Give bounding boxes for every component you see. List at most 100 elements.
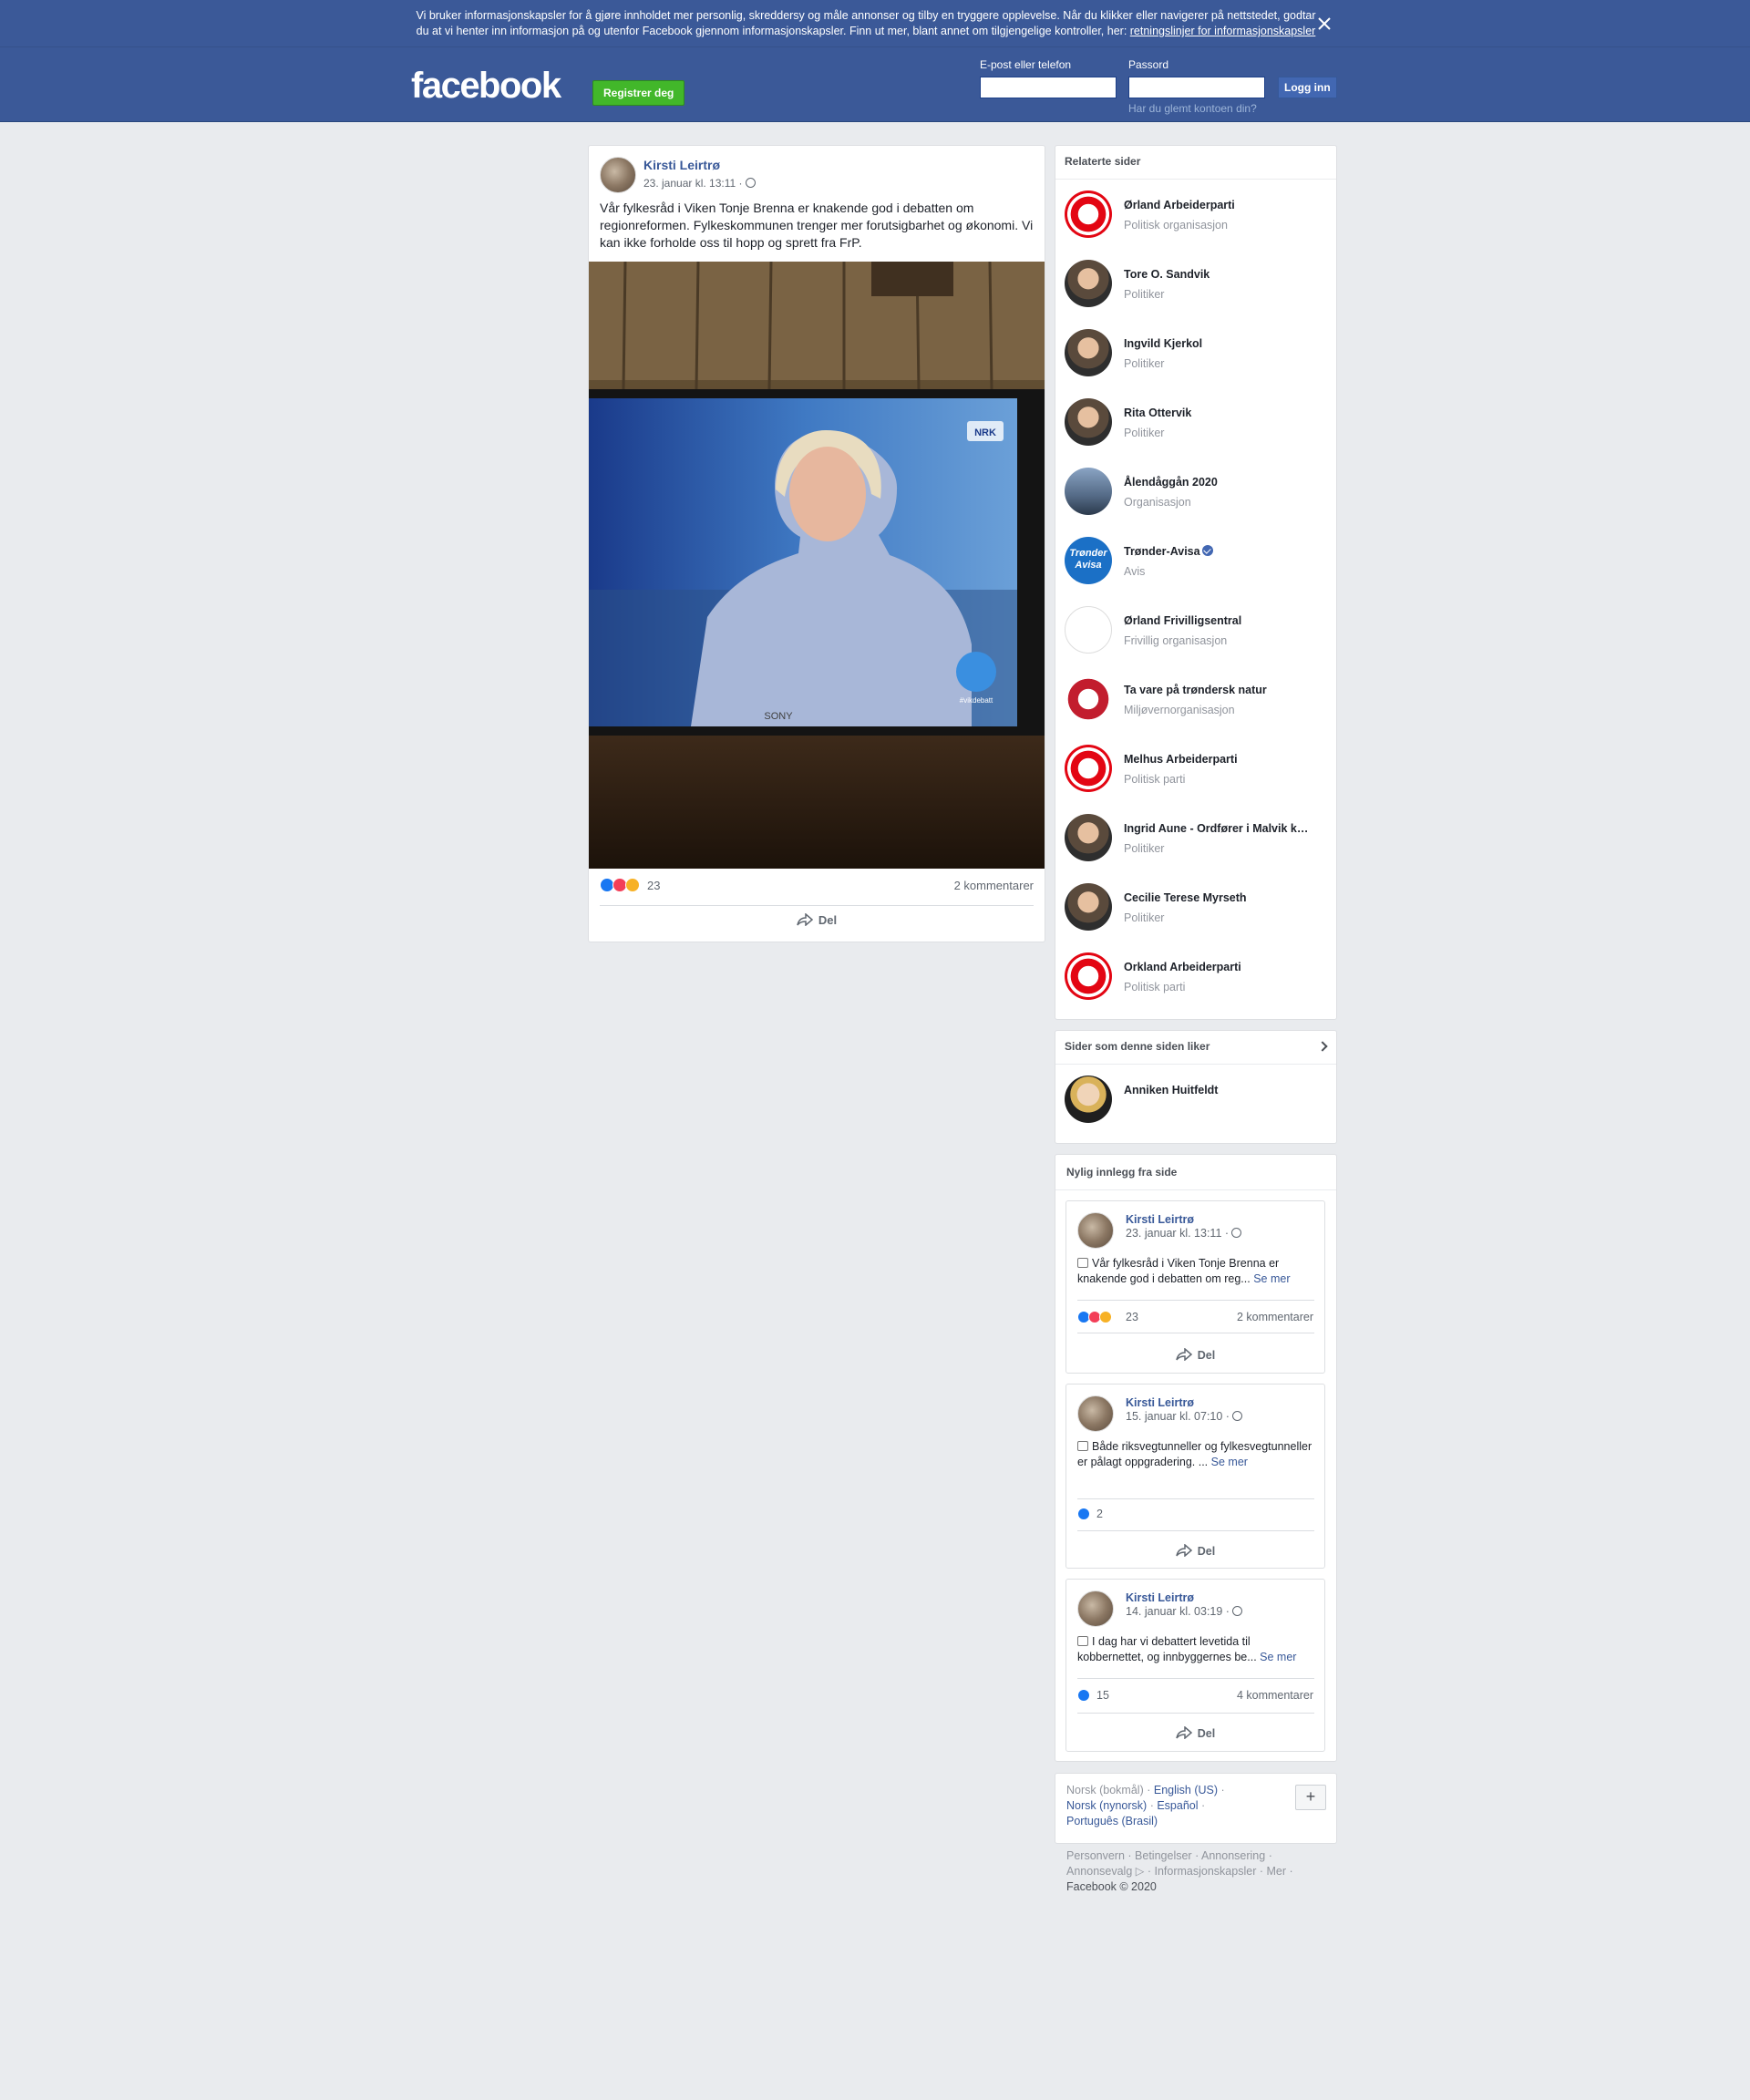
related-page-item[interactable]: Tore O. Sandvik Politiker [1065, 260, 1329, 314]
related-page-item[interactable]: Ingrid Aune - Ordfører i Malvik k… Politi… [1065, 814, 1329, 869]
reaction-count[interactable]: 23 [647, 879, 660, 892]
share-button[interactable]: Del [1066, 1348, 1324, 1362]
divider [1077, 1713, 1314, 1714]
logo-text: Trønder Avisa [1069, 548, 1107, 571]
reaction-count[interactable]: 23 [1126, 1311, 1138, 1323]
globe-icon [1231, 1228, 1242, 1238]
login-button[interactable]: Logg inn [1278, 77, 1337, 98]
email-field[interactable] [980, 77, 1117, 98]
author-avatar[interactable] [1077, 1212, 1114, 1249]
post-timestamp[interactable]: 15. januar kl. 07:10 · [1126, 1410, 1242, 1423]
verified-badge-icon [1201, 545, 1213, 556]
page-name-text: Trønder-Avisa [1124, 545, 1200, 558]
post-timestamp[interactable]: 23. januar kl. 13:11 · [643, 177, 756, 190]
chevron-right-icon[interactable] [1317, 1041, 1328, 1052]
author-avatar[interactable] [600, 157, 636, 193]
author-avatar[interactable] [1077, 1590, 1114, 1627]
related-pages-panel: Relaterte sider Ørland Arbeiderparti Poli… [1055, 145, 1337, 1020]
reaction-icons[interactable] [1077, 1508, 1096, 1522]
post-excerpt: Vår fylkesråd i Viken Tonje Brenna er kn… [1077, 1256, 1316, 1287]
see-more-link[interactable]: Se mer [1211, 1456, 1248, 1468]
page-name-text: Orkland Arbeiderparti [1124, 961, 1241, 973]
share-button[interactable]: Del [1066, 1544, 1324, 1558]
page-name-text: Ørland Frivilligsentral [1124, 614, 1242, 627]
post-timestamp[interactable]: 14. januar kl. 03:19 · [1126, 1605, 1242, 1618]
reaction-count[interactable]: 15 [1096, 1689, 1109, 1702]
person-avatar [1065, 398, 1112, 446]
facebook-logo[interactable]: facebook [411, 66, 561, 107]
related-page-item[interactable]: Rita Ottervik Politiker [1065, 398, 1329, 453]
frivillig-avatar [1065, 606, 1112, 654]
post-time-text: 14. januar kl. 03:19 · [1126, 1605, 1230, 1618]
related-page-item[interactable]: Orkland Arbeiderparti Politisk parti [1065, 952, 1329, 1007]
language-link[interactable]: Español [1157, 1799, 1198, 1812]
like-icon [1077, 1508, 1090, 1520]
related-page-item[interactable]: Trønder Avisa Trønder-Avisa Avis [1065, 537, 1329, 592]
related-page-item[interactable]: Ørland Frivilligsentral Frivillig organis… [1065, 606, 1329, 661]
cookie-banner: Vi bruker informasjonskapsler for å gjør… [0, 0, 1750, 47]
divider [1055, 1189, 1336, 1190]
divider [1055, 1064, 1336, 1065]
language-link[interactable]: Português (Brasil) [1066, 1815, 1158, 1827]
post-excerpt: I dag har vi debattert levetida til kobb… [1077, 1634, 1316, 1665]
more-languages-button[interactable]: + [1295, 1785, 1326, 1810]
related-page-category: Miljøvernorganisasjon [1124, 704, 1235, 716]
related-page-item[interactable]: Cecilie Terese Myrseth Politiker [1065, 883, 1329, 938]
reaction-icons[interactable] [1077, 1311, 1123, 1325]
comment-count[interactable]: 2 kommentarer [1237, 1311, 1313, 1323]
post-timestamp[interactable]: 23. januar kl. 13:11 · [1126, 1227, 1242, 1240]
share-icon [1176, 1544, 1192, 1557]
divider [1077, 1530, 1314, 1531]
page-name-text: Melhus Arbeiderparti [1124, 753, 1238, 766]
page-name-text: Ingrid Aune - Ordfører i Malvik k… [1124, 822, 1309, 835]
footer-link[interactable]: Informasjonskapsler [1155, 1865, 1257, 1878]
post-author[interactable]: Kirsti Leirtrø [1126, 1396, 1194, 1409]
globe-icon [745, 178, 756, 188]
footer-link[interactable]: Betingelser [1135, 1849, 1192, 1862]
reaction-icons[interactable] [1077, 1689, 1096, 1704]
recent-post: Kirsti Leirtrø 15. januar kl. 07:10 · Bå… [1065, 1384, 1325, 1569]
post-author[interactable]: Kirsti Leirtrø [1126, 1591, 1194, 1604]
liked-page-item[interactable]: Anniken Huitfeldt [1065, 1076, 1329, 1130]
language-selector: Norsk (bokmål) · English (US) · Norsk (n… [1055, 1773, 1337, 1844]
share-button[interactable]: Del [1066, 1726, 1324, 1740]
see-more-link[interactable]: Se mer [1253, 1272, 1290, 1285]
cookie-policy-link[interactable]: retningslinjer for informasjonskapsler [1130, 25, 1316, 37]
share-button[interactable]: Del [589, 913, 1045, 927]
related-title: Relaterte sider [1065, 155, 1141, 168]
post-author[interactable]: Kirsti Leirtrø [643, 158, 720, 172]
post-photo[interactable]: NRK #vikdebatt SONY [589, 262, 1045, 869]
footer-link[interactable]: Annonsering [1201, 1849, 1265, 1862]
share-icon [1176, 1348, 1192, 1361]
see-more-link[interactable]: Se mer [1260, 1651, 1296, 1663]
related-page-name: Ørland Arbeiderparti [1124, 199, 1235, 211]
footer-link[interactable]: Annonsevalg [1066, 1865, 1132, 1878]
footer-link[interactable]: Mer [1266, 1865, 1286, 1878]
share-icon [797, 913, 813, 926]
email-label: E-post eller telefon [980, 58, 1072, 71]
related-page-name: Orkland Arbeiderparti [1124, 961, 1241, 973]
divider [1077, 1498, 1314, 1499]
reaction-count[interactable]: 2 [1096, 1508, 1103, 1520]
related-page-item[interactable]: Ta vare på trøndersk natur Miljøvernorgan… [1065, 675, 1329, 730]
divider [1077, 1300, 1314, 1301]
language-link[interactable]: English (US) [1154, 1784, 1218, 1796]
footer-link[interactable]: Personvern [1066, 1849, 1125, 1862]
register-button[interactable]: Registrer deg [592, 80, 685, 106]
related-page-name: Ingrid Aune - Ordfører i Malvik k… [1124, 822, 1308, 835]
related-page-item[interactable]: Ingvild Kjerkol Politiker [1065, 329, 1329, 384]
comment-count[interactable]: 4 kommentarer [1237, 1689, 1313, 1702]
author-avatar[interactable] [1077, 1395, 1114, 1432]
related-page-name: Rita Ottervik [1124, 407, 1191, 419]
forgot-account-link[interactable]: Har du glemt kontoen din? [1128, 102, 1257, 115]
post-author[interactable]: Kirsti Leirtrø [1126, 1213, 1194, 1226]
close-icon[interactable] [1312, 12, 1336, 36]
language-link[interactable]: Norsk (nynorsk) [1066, 1799, 1147, 1812]
divider [600, 905, 1034, 906]
comment-count[interactable]: 2 kommentarer [954, 879, 1034, 892]
page-name-text: Rita Ottervik [1124, 407, 1192, 419]
related-page-item[interactable]: Melhus Arbeiderparti Politisk parti [1065, 745, 1329, 799]
related-page-item[interactable]: Ørland Arbeiderparti Politisk organisasjo… [1065, 190, 1329, 245]
related-page-item[interactable]: Ålendåggån 2020 Organisasjon [1065, 468, 1329, 522]
password-field[interactable] [1128, 77, 1265, 98]
